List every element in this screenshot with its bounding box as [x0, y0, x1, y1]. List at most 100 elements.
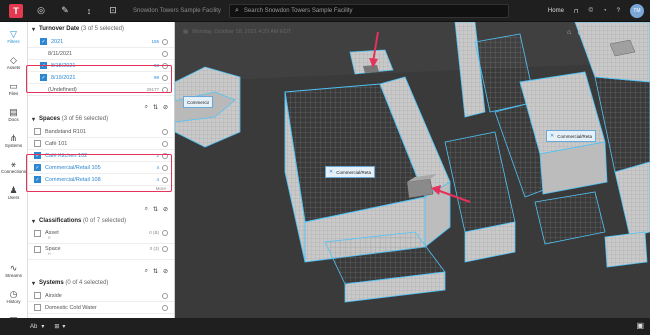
home-view-icon[interactable]: ⌂	[567, 29, 571, 37]
filter-row[interactable]: Bandstand R101	[28, 126, 174, 138]
isolate-toggle-icon[interactable]	[162, 140, 168, 147]
section-icon[interactable]: ↕	[81, 4, 97, 18]
systems-list: Airside Domestic Cold Water	[28, 290, 174, 314]
clear-icon[interactable]: ⊘	[163, 104, 168, 111]
row-label: Bandstand R101	[45, 128, 86, 135]
row-sublabel: R	[48, 236, 51, 240]
checkbox[interactable]	[34, 304, 41, 311]
view-mode-icon[interactable]: ◎	[33, 4, 49, 18]
rail-label: Users	[7, 194, 20, 200]
filter-row[interactable]: Space H 0 (3)	[28, 244, 174, 260]
section-selection: (0 of 7 selected)	[83, 218, 127, 224]
clear-icon[interactable]: ⊘	[163, 206, 168, 213]
checkbox[interactable]	[34, 292, 41, 299]
classification-tools: ⌕ ⇅ ⊘	[28, 204, 174, 214]
checkbox[interactable]	[34, 246, 41, 253]
isolate-toggle-icon[interactable]	[162, 128, 168, 135]
isolate-toggle-icon[interactable]	[162, 246, 168, 252]
isolate-toggle-icon[interactable]	[162, 50, 168, 57]
classifications-section-header[interactable]: ▾ Classifications (0 of 7 selected)	[28, 214, 174, 228]
tag-text: Commercial/Retail 105	[336, 169, 371, 175]
isolate-toggle-icon[interactable]	[162, 38, 168, 45]
camera-icon[interactable]: ⊙	[577, 29, 583, 37]
bell-icon[interactable]: ◔	[603, 8, 607, 14]
clear-icon[interactable]: ⊘	[163, 268, 168, 275]
layer-selector[interactable]: Ab	[30, 324, 37, 330]
isolate-toggle-icon[interactable]	[162, 304, 168, 311]
rail-item-filters[interactable]: ▽ Filters	[0, 24, 27, 48]
rail-item-systems[interactable]: ⋔ Systems	[0, 128, 27, 152]
home-link[interactable]: Home	[548, 8, 564, 14]
bookmark-icon[interactable]: ⊓	[574, 8, 579, 15]
measure-icon[interactable]: ✎	[57, 4, 73, 18]
rail-label: Files	[8, 90, 19, 96]
space-label-tag[interactable]: ✕ Commercial/Retail 108	[546, 130, 596, 142]
top-right-controls: Home ⊓ © ◔ ? TM	[548, 4, 644, 18]
spaces-section-header[interactable]: ▾ Spaces (3 of 56 selected)	[28, 112, 174, 126]
checkbox[interactable]: ✓	[40, 38, 47, 45]
isolate-toggle-icon[interactable]	[162, 230, 168, 236]
sort-icon[interactable]: ⇅	[153, 206, 158, 213]
search-icon[interactable]: ⌕	[145, 268, 148, 275]
rail-item-streams[interactable]: ∿ Streams	[0, 258, 27, 282]
streams-icon: ∿	[9, 262, 18, 273]
search-input[interactable]: ⌕ Search Snowdon Towers Sample Facility	[229, 3, 509, 18]
row-label: 2021	[51, 38, 64, 45]
row-label: 8/11/2021	[48, 50, 73, 57]
date-text: Monday, October 18, 2021 4:29 AM EDT	[192, 28, 292, 35]
systems-section-header[interactable]: ▾ Systems (0 of 4 selected)	[28, 276, 174, 290]
timeline-date[interactable]: ▦ Monday, October 18, 2021 4:29 AM EDT	[183, 26, 323, 37]
filter-row[interactable]: 8/11/2021	[28, 48, 174, 60]
space-label-tag[interactable]: ✕ Commercial/Retail 105	[325, 166, 375, 178]
rail-item-connections[interactable]: ⚹ Connections	[0, 154, 27, 178]
sort-icon[interactable]: ⇅	[153, 104, 158, 111]
filter-row[interactable]: ✓ 2021 155	[28, 36, 174, 48]
checkbox[interactable]	[34, 140, 41, 147]
checkbox[interactable]	[34, 230, 41, 237]
filter-row[interactable]: Asset R 0 (B)	[28, 228, 174, 244]
rail-item-docs[interactable]: ▤ Docs	[0, 102, 27, 126]
filter-row[interactable]: Airside	[28, 290, 174, 302]
grid-layout-icon[interactable]: ⊞	[54, 323, 59, 330]
panel-toggle-icon[interactable]: ▣	[636, 321, 644, 330]
chevron-down-icon[interactable]: ▾	[41, 323, 44, 330]
filter-row[interactable]: Domestic Cold Water	[28, 302, 174, 314]
search-icon[interactable]: ⌕	[145, 104, 148, 111]
rail-label: Docs	[8, 116, 19, 122]
systems-tools: ⌕ ⇅ ⊘	[28, 266, 174, 276]
row-count: 0 (3)	[149, 246, 159, 251]
app-logo[interactable]: T	[9, 3, 23, 18]
rail-item-files[interactable]: ▭ Files	[0, 76, 27, 100]
rail-item-history[interactable]: ◷ History	[0, 284, 27, 308]
sort-icon[interactable]: ⇅	[153, 268, 158, 275]
chevron-down-icon: ▾	[32, 116, 36, 123]
row-count: 155	[151, 39, 159, 44]
close-icon[interactable]: ✕	[329, 169, 333, 175]
left-rail: ▽ Filters ◇ Assets ▭ Files ▤ Docs ⋔ Systems ⚹ Conne…	[0, 22, 28, 330]
close-icon[interactable]: ✕	[550, 133, 554, 139]
search-icon[interactable]: ⌕	[145, 206, 148, 213]
model-viewport[interactable]	[175, 22, 650, 318]
markup-icon[interactable]: ⊡	[105, 4, 121, 18]
filter-row[interactable]: Café 101	[28, 138, 174, 150]
row-sublabel: H	[48, 252, 51, 256]
rail-item-users[interactable]: ♟ Users	[0, 180, 27, 204]
project-name: Snowdon Towers Sample Facility	[133, 7, 221, 14]
rail-label: Assets	[6, 64, 21, 70]
chevron-down-icon[interactable]: ▾	[62, 323, 65, 330]
copyright-icon[interactable]: ©	[589, 8, 593, 14]
help-icon[interactable]: ?	[617, 8, 620, 14]
section-title: Turnover Date	[39, 26, 80, 32]
bottom-bar: Ab ▾ ⊞ ▾ ▣	[0, 318, 650, 335]
avatar[interactable]: TM	[630, 4, 644, 18]
section-selection: (0 of 4 selected)	[65, 280, 109, 286]
space-label-tag[interactable]: Commercial/Retail 103	[183, 96, 213, 108]
isolate-toggle-icon[interactable]	[162, 292, 168, 299]
rail-item-assets[interactable]: ◇ Assets	[0, 50, 27, 74]
checkbox[interactable]	[34, 128, 41, 135]
row-count: 0 (B)	[149, 230, 159, 235]
turnover-section-header[interactable]: ▾ Turnover Date (3 of 5 selected)	[28, 22, 174, 36]
section-title: Systems	[39, 280, 64, 286]
row-label: Airside	[45, 292, 62, 299]
users-icon: ♟	[9, 184, 18, 195]
